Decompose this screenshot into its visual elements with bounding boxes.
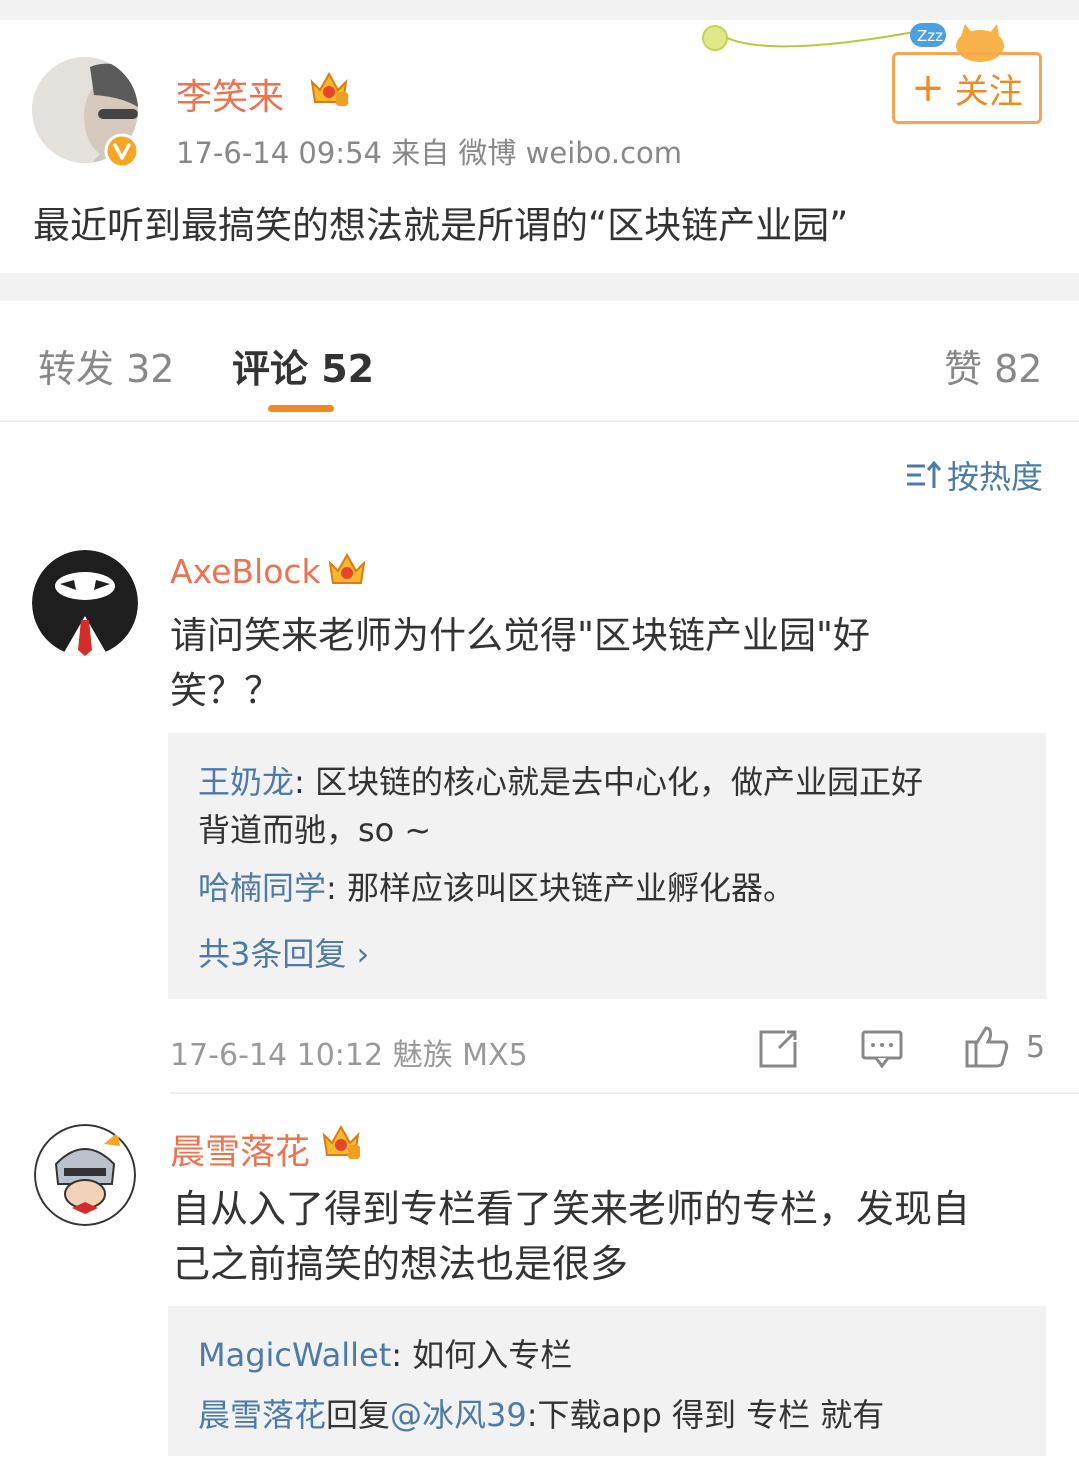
reply-preview-box[interactable]: 王奶龙: 区块链的核心就是去中心化，做产业园正好 背道而驰，so ~ 哈楠同学:… (168, 733, 1046, 999)
comment-text: 自从入了得到专栏看了笑来老师的专栏，发现自 己之前搞笑的想法也是很多 (172, 1182, 970, 1292)
tab-repost[interactable]: 转发 32 (38, 338, 174, 393)
active-tab-indicator (268, 405, 334, 412)
top-gray-strip (0, 0, 1079, 20)
comment-username[interactable]: AxeBlock (170, 552, 321, 591)
comment-meta: 17-6-14 10:12 魅族 MX5 (170, 1038, 528, 1073)
comment-text-line: 己之前搞笑的想法也是很多 (172, 1242, 629, 1286)
reply-mention[interactable]: @冰风39 (390, 1396, 527, 1434)
comment-avatar-chenxueluohua[interactable] (34, 1124, 136, 1226)
tab-divider (0, 420, 1079, 422)
follow-label: 关注 (954, 71, 1023, 112)
follow-button[interactable]: + 关注 (892, 52, 1042, 124)
plus-icon: + (911, 65, 945, 111)
more-replies-link[interactable]: 共3条回复 › (198, 929, 369, 975)
sort-label: 按热度 (947, 458, 1044, 496)
like-count: 5 (1026, 1030, 1046, 1065)
reply-username[interactable]: 王奶龙 (198, 763, 294, 801)
reply-word: 回复 (326, 1396, 391, 1434)
comment-username[interactable]: 晨雪落花 (170, 1124, 310, 1175)
reply-item: MagicWallet: 如何入专栏 (198, 1330, 572, 1380)
verified-badge-icon (104, 133, 140, 169)
vip-crown-icon (310, 71, 348, 106)
comment-reply-icon[interactable] (860, 1028, 904, 1070)
share-icon[interactable] (757, 1028, 799, 1070)
tab-likes[interactable]: 赞 82 (944, 338, 1042, 393)
post-text: 最近听到最搞笑的想法就是所谓的“区块链产业园” (33, 204, 849, 247)
reply-text: :下载app 得到 专栏 就有 (526, 1396, 885, 1434)
like-thumb-icon[interactable] (964, 1024, 1010, 1070)
section-divider (0, 273, 1079, 301)
reply-item: 王奶龙: 区块链的核心就是去中心化，做产业园正好 (198, 757, 923, 807)
reply-item: 哈楠同学: 那样应该叫区块链产业孵化器。 (198, 863, 795, 913)
vip-crown-icon (328, 552, 366, 584)
reply-item: 晨雪落花回复@冰风39:下载app 得到 专栏 就有 (198, 1390, 884, 1440)
reply-text: : 区块链的核心就是去中心化，做产业园正好 (294, 763, 923, 801)
post-meta: 17-6-14 09:54 来自 微博 weibo.com (176, 136, 683, 170)
reply-preview-box[interactable]: MagicWallet: 如何入专栏 晨雪落花回复@冰风39:下载app 得到 … (168, 1306, 1046, 1456)
comment-text-line: 自从入了得到专栏看了笑来老师的专栏，发现自 (172, 1187, 971, 1231)
comment-divider (170, 1092, 1079, 1094)
comment-avatar-axeblock[interactable] (32, 550, 138, 656)
post-author-name[interactable]: 李笑来 (176, 68, 284, 120)
comment-text: 请问笑来老师为什么觉得"区块链产业园"好 笑？？ (170, 608, 870, 718)
svg-text:Zzz: Zzz (917, 27, 943, 45)
reply-text-continued: 背道而驰，so ~ (198, 811, 432, 849)
reply-username[interactable]: MagicWallet (198, 1336, 391, 1374)
vip-crown-icon (322, 1124, 360, 1159)
comment-text-line: 请问笑来老师为什么觉得"区块链产业园"好 (170, 614, 871, 657)
reply-username[interactable]: 晨雪落花 (198, 1396, 326, 1434)
comment-text-line: 笑？？ (170, 669, 281, 712)
reply-text: : 那样应该叫区块链产业孵化器。 (326, 869, 795, 907)
sort-icon (907, 460, 941, 488)
tab-comments[interactable]: 评论 52 (232, 338, 374, 393)
reply-text: : 如何入专栏 (391, 1336, 573, 1374)
sort-by-hot-button[interactable]: 按热度 (905, 452, 1043, 498)
reply-username[interactable]: 哈楠同学 (198, 869, 326, 907)
